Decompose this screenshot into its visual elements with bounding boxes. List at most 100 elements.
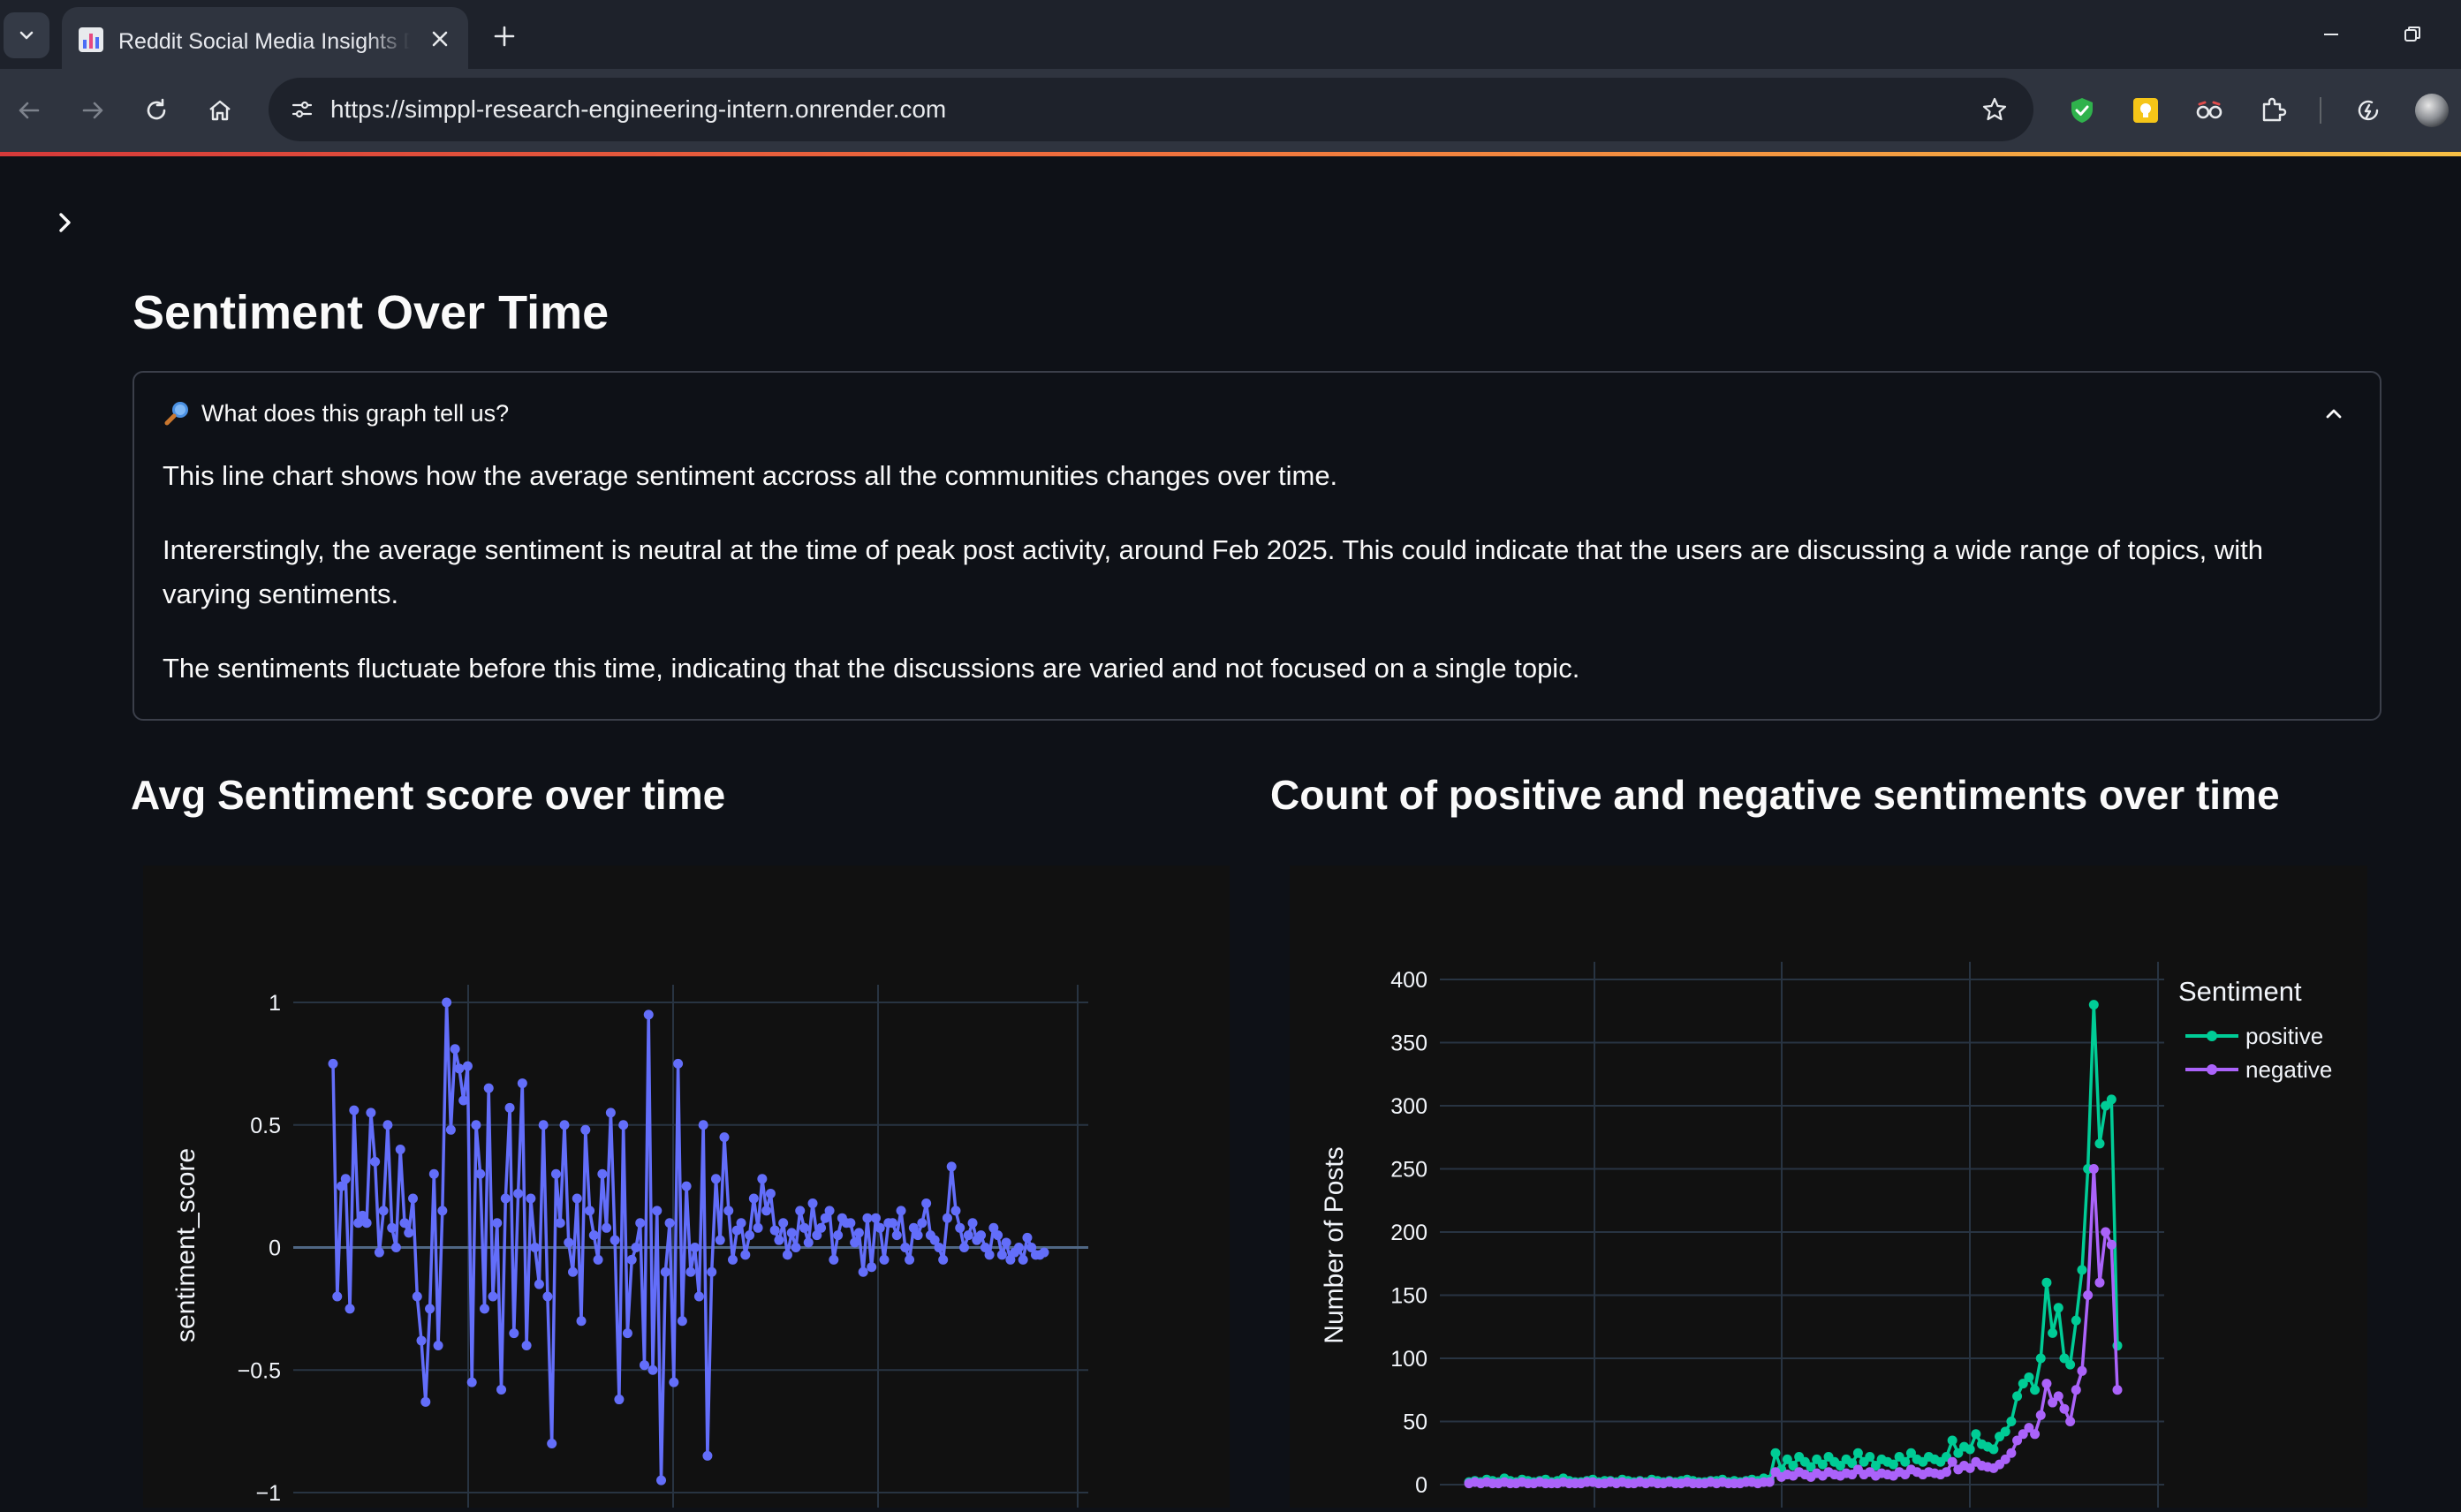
series-point bbox=[896, 1206, 906, 1216]
series-point bbox=[656, 1475, 667, 1486]
positive-point bbox=[1865, 1452, 1875, 1463]
speed-icon bbox=[2358, 100, 2379, 121]
note-icon bbox=[2133, 98, 2158, 123]
series-point bbox=[626, 1254, 637, 1265]
series-point bbox=[870, 1213, 881, 1223]
series-point bbox=[807, 1198, 818, 1209]
positive-point bbox=[2012, 1391, 2023, 1402]
y-tick-label: 50 bbox=[1403, 1410, 1427, 1435]
series-point bbox=[719, 1132, 730, 1143]
expander-header[interactable]: What does this graph tell us? bbox=[163, 396, 509, 431]
series-point bbox=[921, 1198, 932, 1209]
explanation-paragraph: The sentiments fluctuate before this tim… bbox=[163, 653, 1580, 684]
series-point bbox=[900, 1243, 911, 1252]
sidebar-expand-button[interactable] bbox=[49, 205, 81, 240]
series-point bbox=[462, 1061, 473, 1071]
negative-point bbox=[2030, 1429, 2041, 1440]
y-tick-label: 0 bbox=[1415, 1473, 1427, 1498]
profile-avatar[interactable] bbox=[2412, 90, 2452, 131]
series-point bbox=[942, 1213, 952, 1223]
sentiment-count-chart[interactable]: 0 50 100 150 200 250 300 350 400 Number of Posts S… bbox=[1290, 866, 2367, 1508]
close-icon bbox=[432, 31, 448, 47]
sentiment-count-plot[interactable]: 0 50 100 150 200 250 300 350 400 Number of Posts S… bbox=[1290, 866, 2367, 1508]
negative-point bbox=[2053, 1391, 2063, 1402]
arrow-left-icon bbox=[19, 102, 40, 119]
series-point bbox=[614, 1395, 625, 1405]
series-point bbox=[647, 1365, 658, 1375]
series-point bbox=[643, 1009, 654, 1020]
extension-glasses-button[interactable] bbox=[2189, 90, 2230, 131]
series-point bbox=[824, 1206, 835, 1216]
series-point bbox=[332, 1291, 343, 1302]
series-point bbox=[564, 1237, 574, 1248]
extension-note-button[interactable] bbox=[2125, 90, 2166, 131]
negative-point bbox=[2106, 1239, 2116, 1250]
extensions-button[interactable] bbox=[2253, 90, 2293, 131]
url-text[interactable]: https://simppl-research-engineering-inte… bbox=[330, 94, 946, 125]
series-point bbox=[559, 1120, 570, 1130]
negative-point bbox=[2006, 1448, 2017, 1458]
series-point bbox=[542, 1291, 553, 1302]
series-point bbox=[534, 1279, 544, 1289]
minimize-icon bbox=[2324, 34, 2338, 35]
extension-shield-button[interactable] bbox=[2062, 90, 2102, 131]
y-tick-label: 1 bbox=[269, 991, 281, 1016]
negative-point bbox=[2035, 1410, 2046, 1420]
home-icon bbox=[209, 100, 231, 121]
forward-button[interactable] bbox=[71, 88, 115, 132]
legend-marker-negative bbox=[2207, 1064, 2217, 1075]
series-point bbox=[610, 1235, 620, 1245]
series-point bbox=[875, 1222, 885, 1233]
series-point bbox=[450, 1044, 460, 1055]
tab-close-button[interactable] bbox=[422, 21, 458, 57]
restore-button[interactable] bbox=[2390, 14, 2434, 55]
series-point bbox=[433, 1341, 443, 1350]
magnifying-glass-icon bbox=[164, 402, 188, 426]
positive-point bbox=[2006, 1417, 2017, 1426]
series-point bbox=[745, 1230, 755, 1241]
series-point bbox=[673, 1058, 684, 1069]
avg-sentiment-plot[interactable]: 1 0.5 0 −0.5 −1 sentiment_score bbox=[143, 866, 1230, 1508]
performance-button[interactable] bbox=[2348, 90, 2389, 131]
expander-toggle[interactable] bbox=[2318, 397, 2350, 429]
new-tab-button[interactable] bbox=[484, 16, 525, 57]
site-info-button[interactable] bbox=[281, 88, 323, 131]
series-point bbox=[572, 1193, 582, 1204]
y-tick-label: 350 bbox=[1390, 1032, 1427, 1056]
series-point bbox=[504, 1102, 515, 1113]
series-point bbox=[669, 1377, 679, 1387]
positive-line bbox=[1468, 1002, 2119, 1484]
negative-point bbox=[1764, 1477, 1775, 1487]
home-button[interactable] bbox=[198, 88, 242, 132]
series-point bbox=[492, 1218, 503, 1228]
bookmark-button[interactable] bbox=[1973, 88, 2016, 131]
series-point bbox=[555, 1218, 565, 1228]
series-point bbox=[938, 1254, 949, 1265]
series-point bbox=[349, 1105, 360, 1115]
browser-tab[interactable]: Reddit Social Media Insights Da bbox=[62, 7, 468, 69]
back-button[interactable] bbox=[7, 88, 51, 132]
positive-point bbox=[2053, 1303, 2063, 1313]
series-point bbox=[445, 1124, 456, 1135]
series-point bbox=[803, 1237, 814, 1248]
reload-button[interactable] bbox=[134, 88, 178, 132]
series-point bbox=[588, 1230, 599, 1241]
y-tick-label: 400 bbox=[1390, 968, 1427, 993]
address-bar[interactable]: https://simppl-research-engineering-inte… bbox=[269, 78, 2033, 141]
series-point bbox=[328, 1058, 338, 1069]
avg-sentiment-chart[interactable]: 1 0.5 0 −0.5 −1 sentiment_score bbox=[143, 866, 1230, 1508]
series-point bbox=[593, 1254, 603, 1265]
series-point bbox=[891, 1230, 902, 1241]
minimize-button[interactable] bbox=[2309, 14, 2353, 55]
series-point bbox=[934, 1243, 944, 1252]
positive-point bbox=[2106, 1094, 2116, 1105]
expander-label: What does this graph tell us? bbox=[201, 400, 510, 427]
negative-point bbox=[1947, 1456, 1957, 1467]
series-point bbox=[685, 1266, 696, 1277]
explanation-paragraph: This line chart shows how the average se… bbox=[163, 460, 1338, 491]
series-point bbox=[867, 1262, 877, 1273]
chevron-up-icon bbox=[2326, 409, 2342, 419]
tab-search-button[interactable] bbox=[4, 12, 49, 58]
series-point bbox=[374, 1247, 384, 1258]
series-point bbox=[496, 1384, 507, 1395]
